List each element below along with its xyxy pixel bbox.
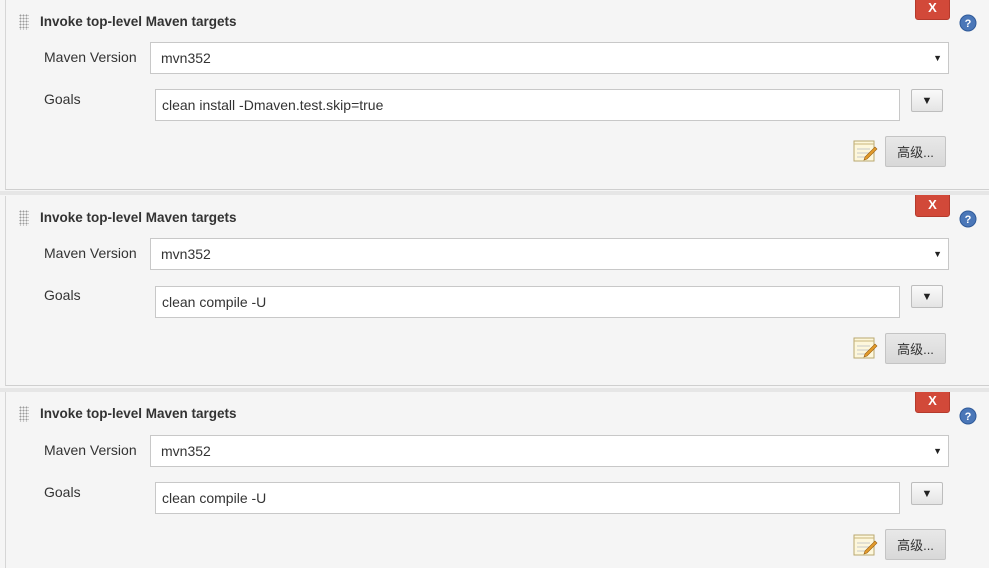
maven-version-select[interactable]: mvn352 ▼ — [150, 42, 949, 74]
maven-version-value: mvn352 — [161, 50, 211, 66]
dropdown-caret-icon: ▼ — [933, 53, 942, 63]
goals-label: Goals — [44, 91, 81, 107]
help-icon[interactable]: ? — [959, 407, 977, 425]
expand-textarea-button[interactable]: ▼ — [911, 89, 943, 112]
help-icon[interactable]: ? — [959, 210, 977, 228]
maven-version-value: mvn352 — [161, 443, 211, 459]
maven-version-label: Maven Version — [44, 442, 137, 458]
expand-textarea-icon: ▼ — [921, 290, 933, 303]
maven-version-label: Maven Version — [44, 49, 137, 65]
step-title: Invoke top-level Maven targets — [40, 210, 237, 225]
notepad-icon[interactable] — [852, 532, 878, 558]
notepad-icon[interactable] — [852, 335, 878, 361]
step-separator — [0, 191, 989, 195]
drag-handle-icon[interactable] — [19, 14, 29, 30]
advanced-button[interactable]: 高级... — [885, 529, 946, 560]
dropdown-caret-icon: ▼ — [933, 446, 942, 456]
svg-text:?: ? — [965, 214, 972, 226]
maven-version-label: Maven Version — [44, 245, 137, 261]
goals-input[interactable]: clean install -Dmaven.test.skip=true — [155, 89, 900, 121]
maven-build-step: Invoke top-level Maven targets X ? Maven… — [5, 192, 989, 386]
maven-build-step: Invoke top-level Maven targets X ? Maven… — [5, 0, 989, 190]
goals-label: Goals — [44, 484, 81, 500]
drag-handle-icon[interactable] — [19, 210, 29, 226]
expand-textarea-icon: ▼ — [921, 487, 933, 500]
svg-text:?: ? — [965, 411, 972, 423]
maven-build-step: Invoke top-level Maven targets X ? Maven… — [5, 388, 989, 568]
expand-textarea-button[interactable]: ▼ — [911, 285, 943, 308]
svg-text:?: ? — [965, 18, 972, 30]
delete-step-button[interactable]: X — [915, 192, 950, 217]
goals-input[interactable]: clean compile -U — [155, 482, 900, 514]
advanced-button[interactable]: 高级... — [885, 333, 946, 364]
help-icon[interactable]: ? — [959, 14, 977, 32]
goals-input[interactable]: clean compile -U — [155, 286, 900, 318]
maven-version-select[interactable]: mvn352 ▼ — [150, 435, 949, 467]
step-separator — [0, 388, 989, 392]
goals-label: Goals — [44, 287, 81, 303]
delete-step-button[interactable]: X — [915, 0, 950, 20]
expand-textarea-button[interactable]: ▼ — [911, 482, 943, 505]
maven-version-select[interactable]: mvn352 ▼ — [150, 238, 949, 270]
expand-textarea-icon: ▼ — [921, 94, 933, 107]
dropdown-caret-icon: ▼ — [933, 249, 942, 259]
step-title: Invoke top-level Maven targets — [40, 406, 237, 421]
step-title: Invoke top-level Maven targets — [40, 14, 237, 29]
maven-version-value: mvn352 — [161, 246, 211, 262]
advanced-button[interactable]: 高级... — [885, 136, 946, 167]
notepad-icon[interactable] — [852, 138, 878, 164]
drag-handle-icon[interactable] — [19, 406, 29, 422]
